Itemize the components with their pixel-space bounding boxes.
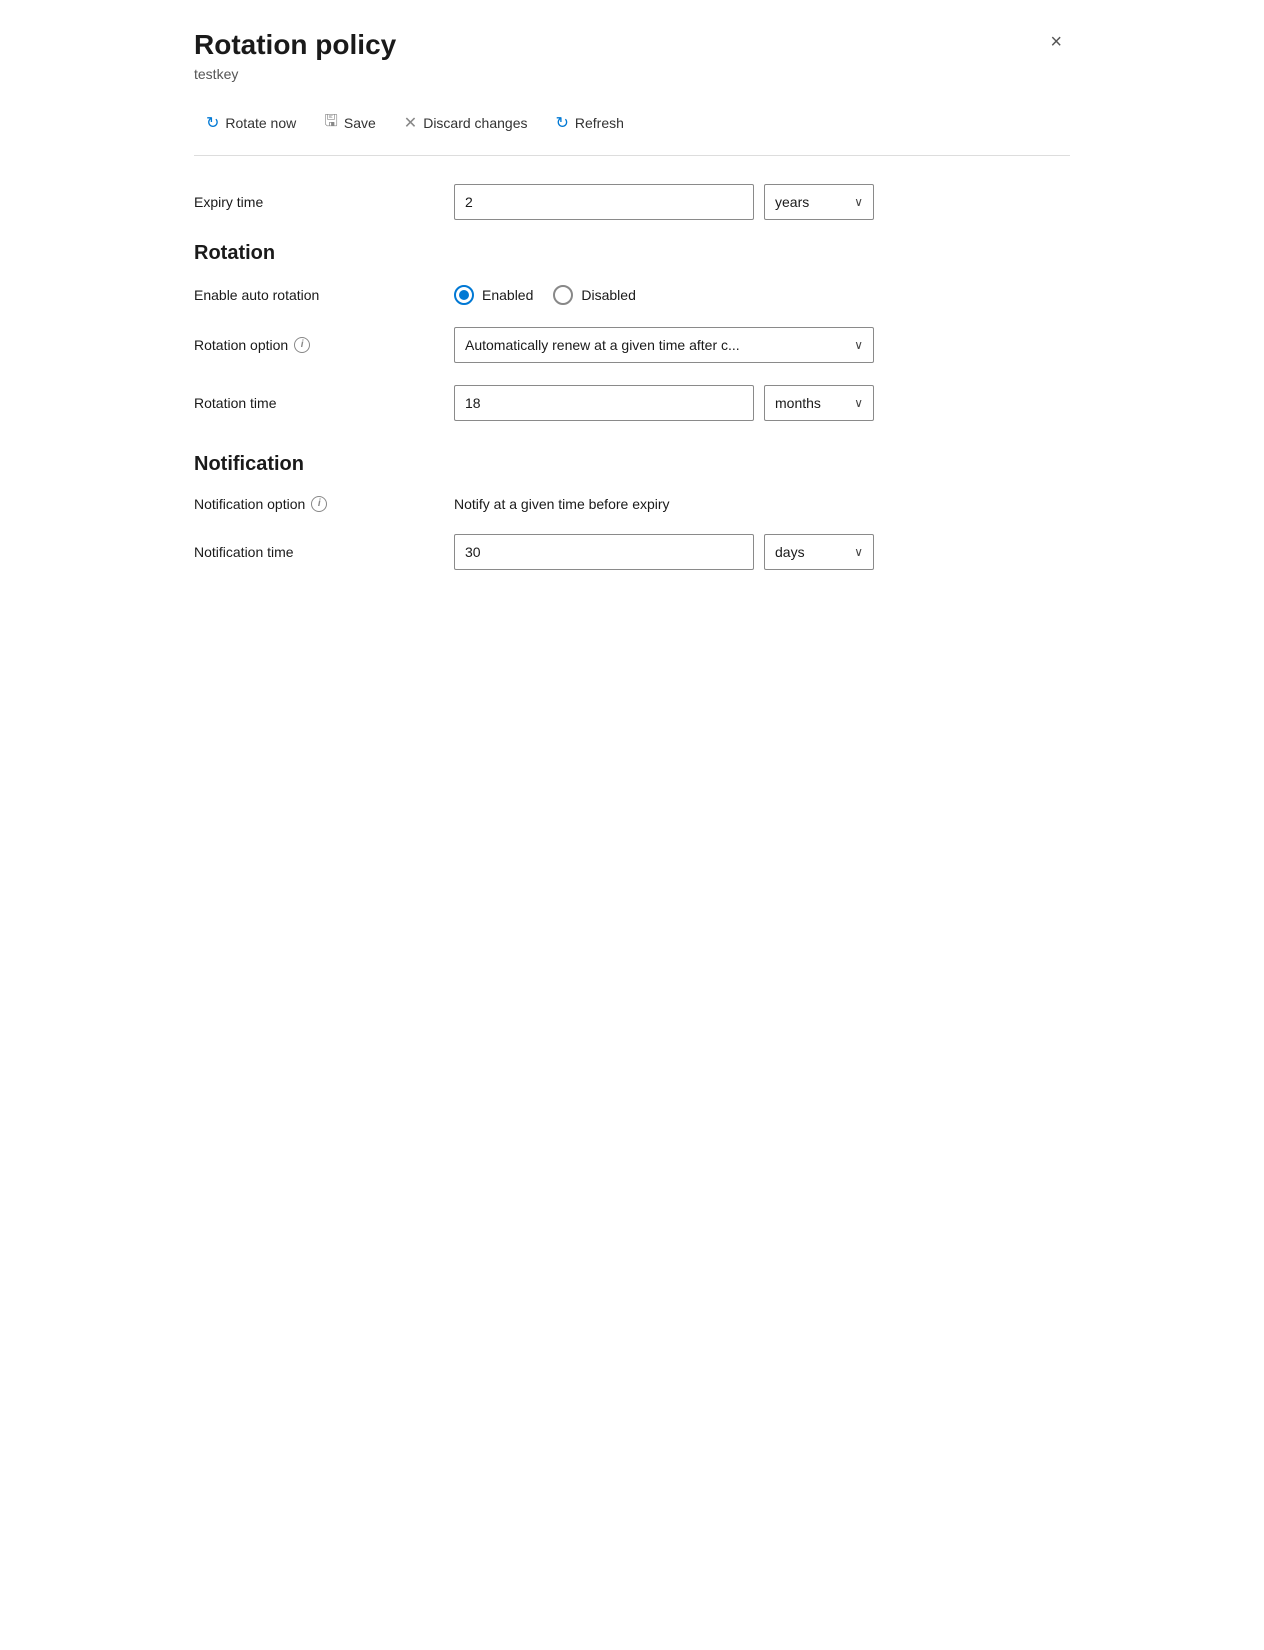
rotation-time-unit-value: months (775, 395, 821, 411)
refresh-button[interactable]: ↻ Refresh (543, 107, 635, 139)
enabled-radio-button[interactable] (454, 285, 474, 305)
rotate-now-button[interactable]: ↻ Rotate now (194, 107, 308, 139)
rotation-section: Rotation Enable auto rotation Enabled Di… (194, 242, 1070, 421)
enabled-radio-label[interactable]: Enabled (454, 285, 533, 305)
auto-rotation-label: Enable auto rotation (194, 287, 454, 303)
notification-time-unit-value: days (775, 544, 805, 560)
rotation-section-title: Rotation (194, 242, 1070, 265)
panel-header: Rotation policy testkey × (194, 28, 1070, 100)
save-icon: 🖫 (324, 110, 338, 137)
expiry-unit-chevron-icon: ∨ (854, 195, 863, 209)
refresh-label: Refresh (575, 115, 624, 131)
expiry-time-label: Expiry time (194, 194, 454, 210)
header-text: Rotation policy testkey (194, 28, 396, 100)
notification-time-input[interactable] (454, 534, 754, 570)
rotation-option-controls: Automatically renew at a given time afte… (454, 327, 1070, 363)
expiry-unit-dropdown[interactable]: years ∨ (764, 184, 874, 220)
notification-time-controls: days ∨ (454, 534, 1070, 570)
rotation-time-controls: months ∨ (454, 385, 1070, 421)
rotate-icon: ↻ (206, 113, 219, 133)
notification-section-title: Notification (194, 453, 1070, 476)
rotation-time-input[interactable] (454, 385, 754, 421)
disabled-radio-label[interactable]: Disabled (553, 285, 635, 305)
notification-option-value: Notify at a given time before expiry (454, 496, 670, 512)
expiry-time-row: Expiry time years ∨ (194, 184, 1070, 220)
rotation-time-row: Rotation time months ∨ (194, 385, 1070, 421)
notification-option-label: Notification option i (194, 496, 454, 512)
notification-option-info-icon[interactable]: i (311, 496, 327, 512)
notification-time-unit-dropdown[interactable]: days ∨ (764, 534, 874, 570)
panel-title: Rotation policy (194, 28, 396, 62)
expiry-controls: years ∨ (454, 184, 1070, 220)
rotation-option-label: Rotation option i (194, 337, 454, 353)
notification-section: Notification Notification option i Notif… (194, 453, 1070, 570)
panel-subtitle: testkey (194, 66, 396, 82)
save-label: Save (344, 115, 376, 131)
expiry-time-input[interactable] (454, 184, 754, 220)
expiry-unit-value: years (775, 194, 809, 210)
rotation-option-chevron-icon: ∨ (854, 338, 863, 352)
rotation-time-label: Rotation time (194, 395, 454, 411)
notification-time-row: Notification time days ∨ (194, 534, 1070, 570)
auto-rotation-controls: Enabled Disabled (454, 285, 1070, 305)
notification-time-unit-chevron-icon: ∨ (854, 545, 863, 559)
rotation-option-dropdown[interactable]: Automatically renew at a given time afte… (454, 327, 874, 363)
save-button[interactable]: 🖫 Save (312, 104, 388, 143)
rotation-option-info-icon[interactable]: i (294, 337, 310, 353)
rotation-time-unit-chevron-icon: ∨ (854, 396, 863, 410)
discard-icon: ✕ (404, 113, 417, 133)
disabled-label: Disabled (581, 287, 635, 303)
rotation-policy-panel: Rotation policy testkey × ↻ Rotate now 🖫… (162, 0, 1102, 642)
refresh-icon: ↻ (555, 113, 568, 133)
enabled-label: Enabled (482, 287, 533, 303)
rotation-option-value: Automatically renew at a given time afte… (465, 337, 740, 353)
notification-time-label: Notification time (194, 544, 454, 560)
discard-label: Discard changes (423, 115, 527, 131)
toolbar: ↻ Rotate now 🖫 Save ✕ Discard changes ↻ … (194, 104, 1070, 156)
discard-button[interactable]: ✕ Discard changes (392, 107, 540, 139)
disabled-radio-button[interactable] (553, 285, 573, 305)
close-button[interactable]: × (1042, 28, 1070, 56)
notification-option-row: Notification option i Notify at a given … (194, 496, 1070, 512)
notification-option-controls: Notify at a given time before expiry (454, 496, 1070, 512)
rotation-option-row: Rotation option i Automatically renew at… (194, 327, 1070, 363)
auto-rotation-row: Enable auto rotation Enabled Disabled (194, 285, 1070, 305)
enabled-radio-inner (459, 290, 469, 300)
rotate-now-label: Rotate now (225, 115, 296, 131)
rotation-time-unit-dropdown[interactable]: months ∨ (764, 385, 874, 421)
